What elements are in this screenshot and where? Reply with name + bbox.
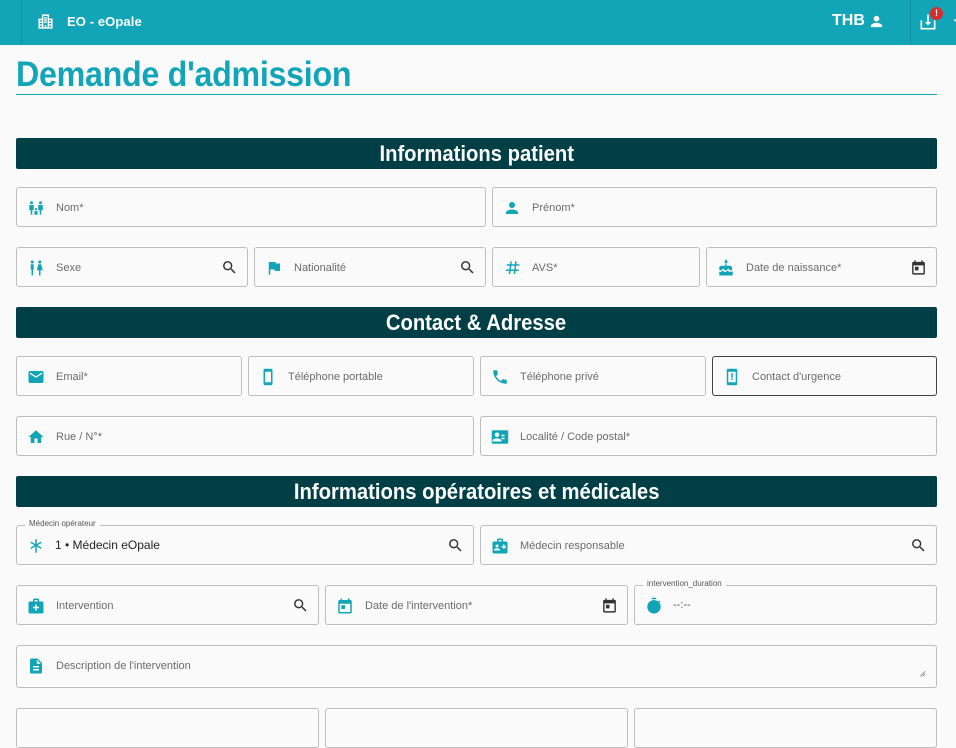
timer-icon: [647, 597, 661, 614]
top-bar: EO - eOpale THB !: [0, 0, 956, 45]
resize-handle-icon[interactable]: [918, 669, 926, 677]
divider: [21, 0, 22, 45]
search-icon[interactable]: [459, 259, 476, 276]
medical-id-icon: [492, 538, 508, 554]
app-title[interactable]: EO - eOpale: [67, 14, 142, 29]
next-field-3[interactable]: [634, 708, 937, 748]
page-title: Demande d'admission: [16, 55, 352, 94]
avs-field[interactable]: AVS*: [492, 247, 700, 287]
contact-urgence-placeholder: Contact d'urgence: [752, 371, 841, 383]
medecin-operateur-value: 1 • Médecin eOpale: [55, 538, 160, 552]
search-icon[interactable]: [221, 259, 238, 276]
search-icon[interactable]: [447, 537, 464, 554]
section-title: Informations opératoires et médicales: [293, 479, 660, 504]
sexe-field[interactable]: Sexe: [16, 247, 248, 287]
medical-bag-icon: [28, 598, 44, 614]
description-icon: [30, 658, 42, 674]
description-placeholder: Description de l'intervention: [56, 660, 191, 672]
flag-icon: [268, 262, 280, 275]
date-naissance-field[interactable]: Date de naissance*: [706, 247, 937, 287]
tel-prive-field[interactable]: Téléphone privé: [480, 356, 706, 396]
medecin-operateur-field[interactable]: Médecin opérateur 1 • Médecin eOpale: [16, 519, 474, 565]
phone-icon: [493, 370, 507, 384]
user-icon[interactable]: [868, 13, 885, 30]
next-field-1[interactable]: [16, 708, 319, 748]
date-intervention-placeholder: Date de l'intervention*: [365, 600, 473, 612]
section-header-contact: Contact & Adresse: [16, 307, 937, 338]
prenom-placeholder: Prénom*: [532, 202, 575, 214]
localite-placeholder: Localité / Code postal*: [520, 431, 631, 443]
cake-icon: [719, 259, 733, 276]
next-field-2[interactable]: [325, 708, 628, 748]
intervention-placeholder: Intervention: [56, 600, 114, 612]
sexe-placeholder: Sexe: [56, 262, 82, 274]
intervention-duration-label: intervention_duration: [643, 579, 726, 588]
section-header-patient: Informations patient: [16, 138, 937, 169]
section-header-medical: Informations opératoires et médicales: [16, 476, 937, 507]
notification-badge[interactable]: !: [930, 7, 943, 20]
email-field[interactable]: Email*: [16, 356, 242, 396]
medecin-responsable-field[interactable]: Médecin responsable: [480, 525, 937, 565]
medecin-operateur-label: Médecin opérateur: [25, 519, 100, 528]
user-initials[interactable]: THB: [832, 12, 865, 30]
date-intervention-field[interactable]: Date de l'intervention*: [325, 585, 628, 625]
prenom-field[interactable]: Prénom*: [492, 187, 937, 227]
home-icon: [28, 430, 44, 443]
rue-placeholder: Rue / N°*: [56, 431, 102, 443]
contact-card-icon: [491, 430, 509, 444]
medecin-responsable-placeholder: Médecin responsable: [520, 540, 625, 552]
person-icon: [506, 202, 518, 214]
contact-urgence-field[interactable]: Contact d'urgence: [712, 356, 937, 396]
asterisk-icon: [30, 539, 42, 553]
hash-icon: [506, 261, 520, 274]
localite-field[interactable]: Localité / Code postal*: [480, 416, 937, 456]
email-icon: [28, 371, 44, 383]
calendar-icon[interactable]: [601, 597, 618, 614]
nationalite-field[interactable]: Nationalité: [254, 247, 486, 287]
email-placeholder: Email*: [56, 371, 88, 383]
search-icon[interactable]: [910, 537, 927, 554]
tel-portable-field[interactable]: Téléphone portable: [248, 356, 474, 396]
calendar-icon[interactable]: [910, 259, 927, 276]
rue-field[interactable]: Rue / N°*: [16, 416, 474, 456]
nom-placeholder: Nom*: [56, 202, 84, 214]
wc-icon: [30, 260, 43, 276]
hospital-icon: [38, 14, 53, 29]
tel-prive-placeholder: Téléphone privé: [520, 371, 599, 383]
intervention-field[interactable]: Intervention: [16, 585, 319, 625]
nom-field[interactable]: Nom*: [16, 187, 486, 227]
nationalite-placeholder: Nationalité: [294, 262, 346, 274]
intervention-duration-value: --:--: [673, 599, 691, 611]
family-icon: [29, 201, 43, 215]
event-icon: [338, 598, 352, 614]
tel-portable-placeholder: Téléphone portable: [288, 371, 383, 383]
avs-placeholder: AVS*: [532, 262, 558, 274]
search-icon[interactable]: [292, 597, 309, 614]
chevron-down-icon[interactable]: [950, 15, 956, 27]
divider: [910, 0, 911, 45]
emergency-contact-icon: [726, 368, 738, 386]
title-underline: [16, 94, 937, 95]
smartphone-icon: [263, 368, 273, 386]
section-title: Informations patient: [379, 141, 574, 166]
section-title: Contact & Adresse: [386, 310, 567, 335]
intervention-duration-field[interactable]: intervention_duration --:--: [634, 579, 937, 625]
description-field[interactable]: Description de l'intervention: [16, 645, 937, 688]
date-naissance-placeholder: Date de naissance*: [746, 262, 842, 274]
